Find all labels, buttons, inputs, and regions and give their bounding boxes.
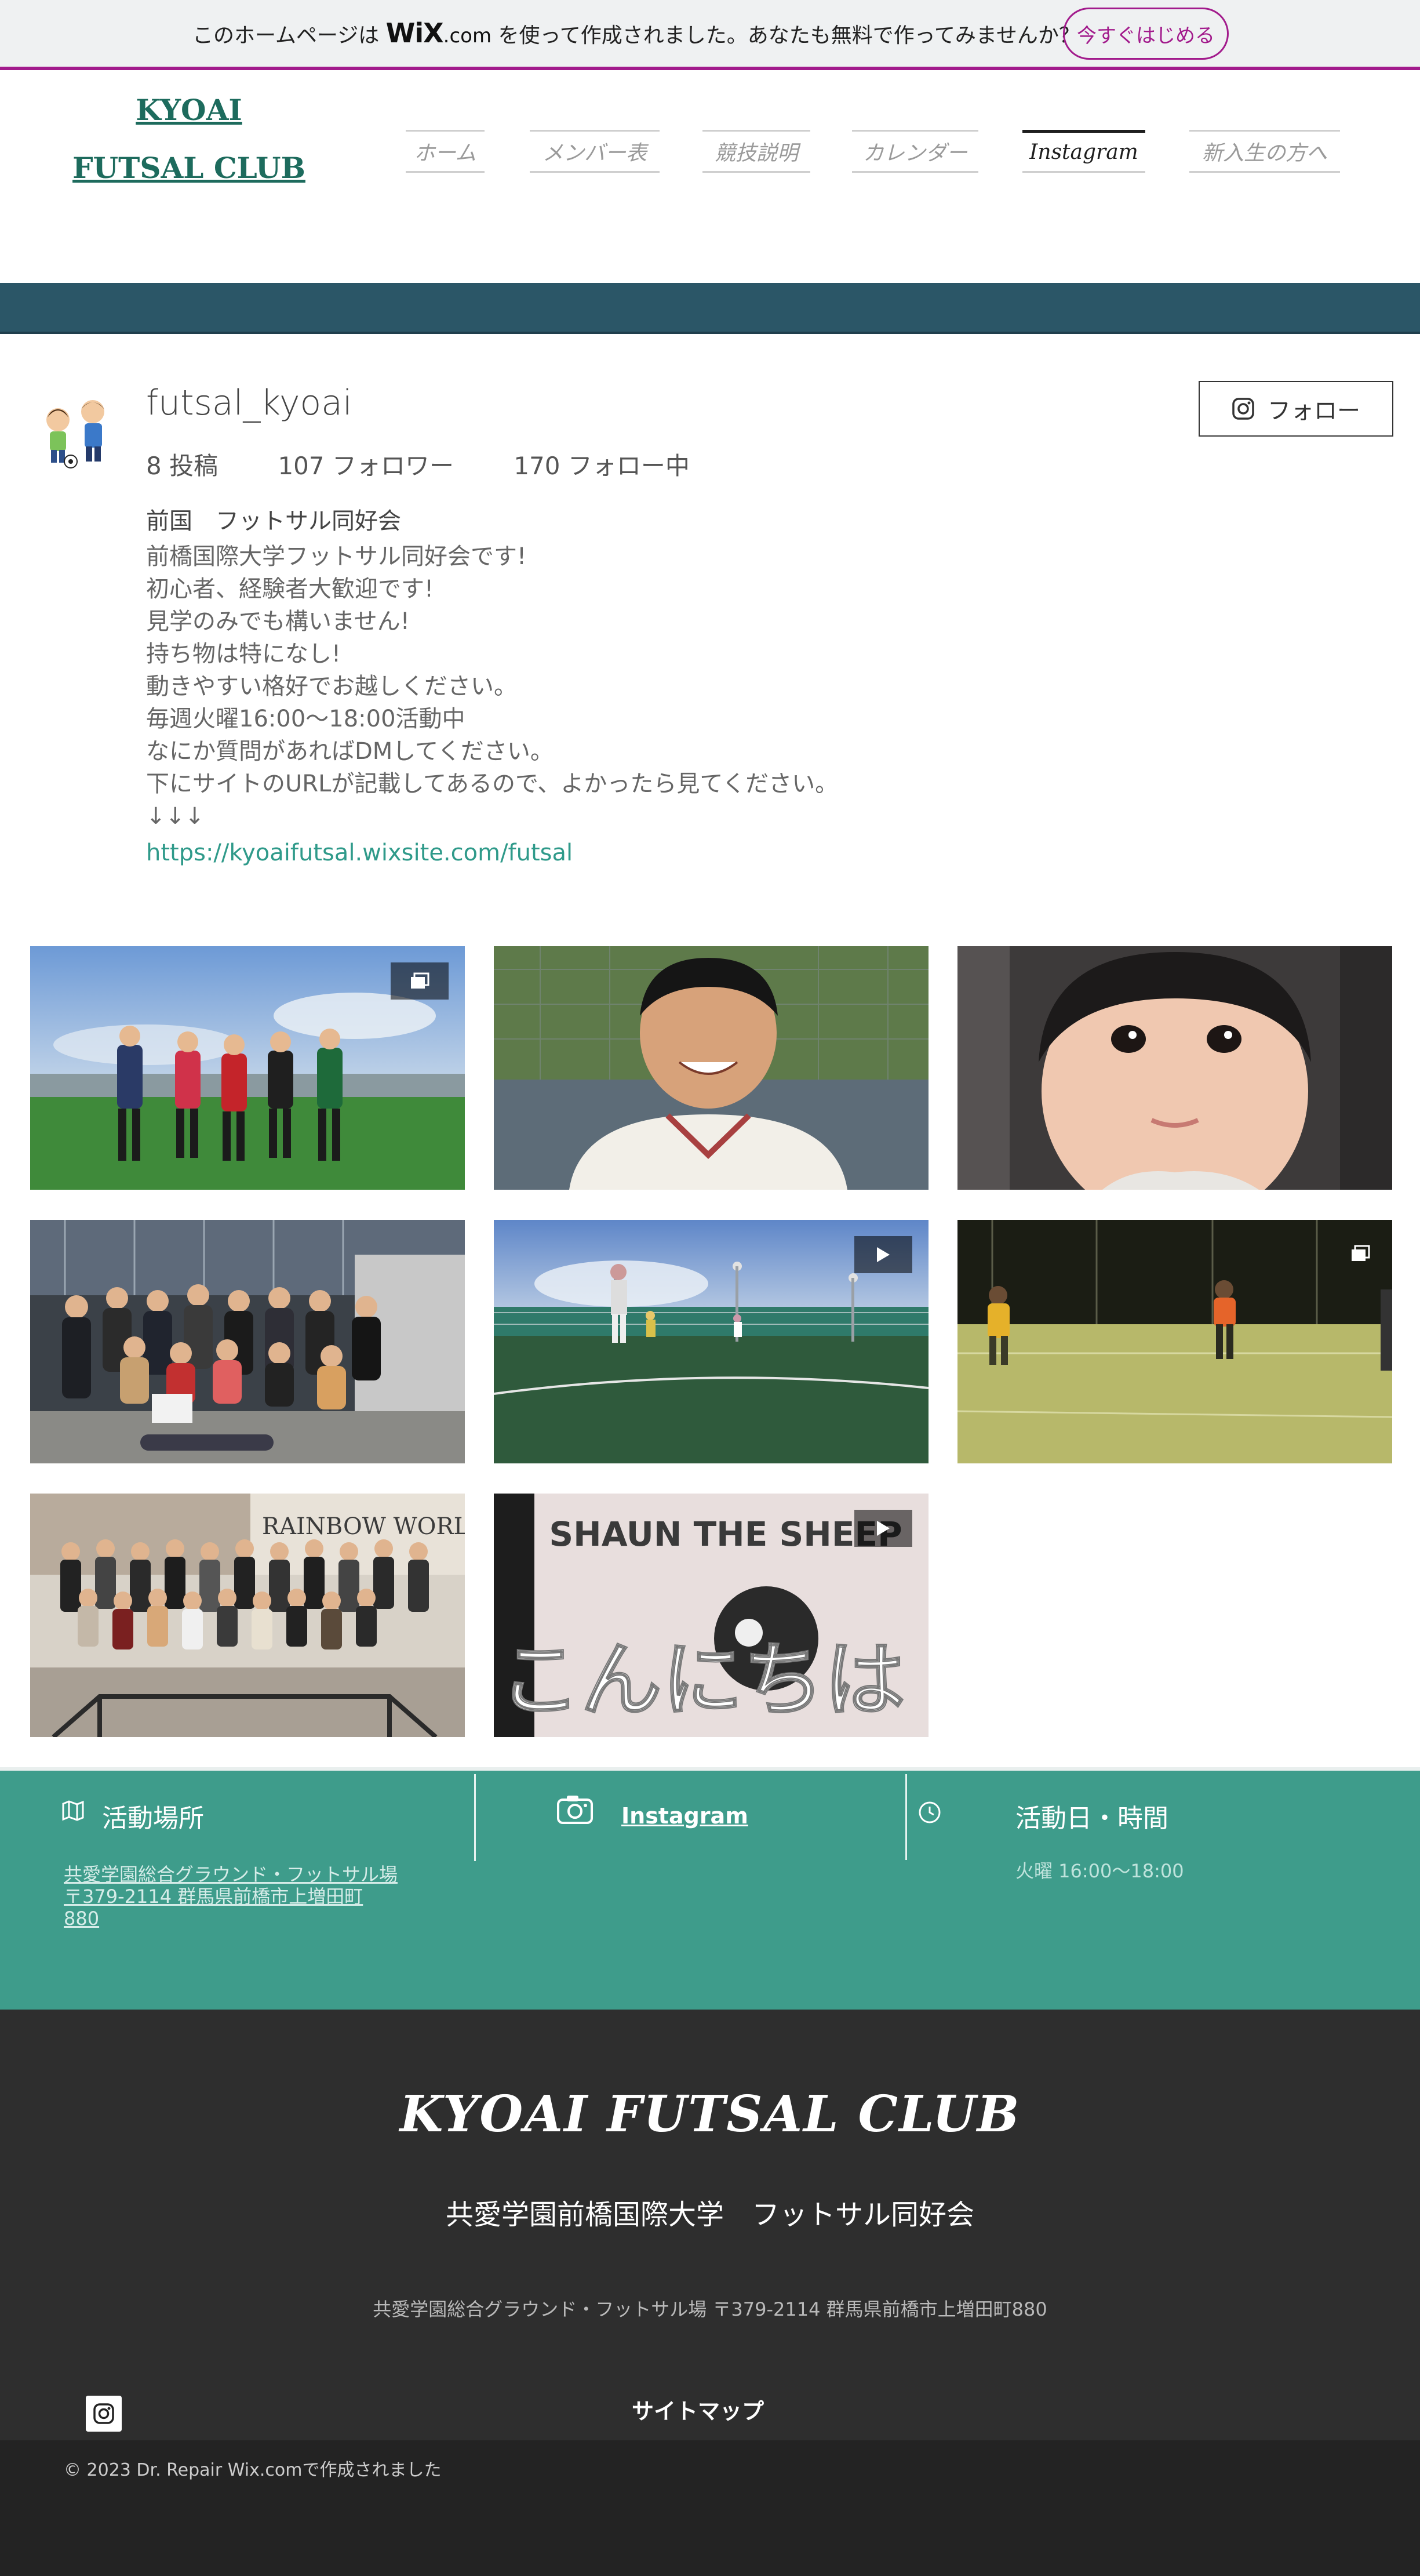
bio-line: 前橋国際大学フットサル同好会です! [146,543,527,570]
profile-username[interactable]: futsal_kyoai [146,383,352,423]
bio-line: 見学のみでも構いません! [146,608,410,635]
wix-promo-text: このホームページは WiX.com を使って作成されました。あなたも無料で作って… [192,17,1080,52]
post-thumbnail[interactable] [957,946,1392,1190]
greeting-overlay-text: こんにちは [500,1633,905,1728]
camera-icon [556,1794,594,1827]
profile-avatar[interactable] [30,384,123,477]
svg-text:RAINBOW WORLD: RAINBOW WORLD [262,1513,465,1540]
followers-count[interactable]: 107 フォロワー [278,452,454,480]
post-thumbnail[interactable]: RAINBOW WORLD [30,1494,465,1737]
footer-logo[interactable]: KYOAI FUTSAL CLUB [0,2085,1420,2143]
map-icon [61,1800,85,1824]
play-icon [854,1236,912,1273]
bio-line: 初心者、経験者大歓迎です! [146,576,434,602]
location-address[interactable]: 共愛学園総合グラウンド・フットサル場 〒379-2114 群馬県前橋市上増田町 … [64,1863,398,1930]
nav-item-members[interactable]: メンバー表 [530,130,660,173]
location-line: 880 [64,1908,100,1930]
instagram-icon [1232,398,1254,420]
profile-stats: 8 投稿 107 フォロワー 170 フォロー中 [146,446,742,482]
post-thumbnail[interactable]: SHAUN THE SHEEP こんにちは [494,1494,929,1737]
bio-line: なにか質問があればDMしてください。 [146,738,554,765]
clock-icon [918,1801,941,1826]
wix-logo-suffix[interactable]: .com [443,24,491,48]
nav-item-calendar[interactable]: カレンダー [852,130,978,173]
site-logo[interactable]: KYOAI FUTSAL CLUB [64,81,314,197]
wix-logo[interactable]: WiX [386,17,444,49]
schedule-title: 活動日・時間 [1015,1804,1168,1833]
following-count[interactable]: 170 フォロー中 [514,452,690,480]
bio-line: ↓↓↓ [146,803,205,830]
wix-promo-text-after: を使って作成されました。あなたも無料で作ってみませんか？ [498,24,1080,48]
info-divider [905,1774,907,1860]
footer-address: 共愛学園総合グラウンド・フットサル場 〒379-2114 群馬県前橋市上増田町8… [373,2298,1047,2320]
nav-item-home[interactable]: ホーム [406,130,485,173]
wix-start-button[interactable]: 今すぐはじめる [1063,8,1229,60]
header-stripe [0,283,1420,334]
site-logo-line2: FUTSAL CLUB [72,151,305,185]
follow-button[interactable]: フォロー [1199,381,1393,437]
location-title: 活動場所 [102,1804,204,1833]
footer-instagram-icon[interactable] [86,2396,122,2432]
post-thumbnail[interactable] [30,946,465,1190]
location-line: 共愛学園総合グラウンド・フットサル場 [64,1863,398,1885]
footer-org-name: 共愛学園前橋国際大学 フットサル同好会 [445,2199,974,2231]
post-thumbnail[interactable] [30,1220,465,1463]
follow-button-label: フォロー [1268,398,1360,424]
play-icon [854,1510,912,1547]
sheep-shirt-text: SHAUN THE SHEEP [549,1514,902,1554]
bio-line: 下にサイトのURLが記載してあるので、よかったら見てください。 [146,771,839,797]
bio-link[interactable]: https://kyoaifutsal.wixsite.com/futsal [146,840,573,866]
post-thumbnail[interactable] [957,1220,1392,1463]
sitemap-link[interactable]: サイトマップ [632,2393,764,2425]
bio-line: 毎週火曜16:00～18:00活動中 [146,706,465,732]
bio-line: 持ち物は特になし! [146,641,341,667]
footer-copyright: © 2023 Dr. Repair Wix.comで作成されました [64,2460,442,2480]
posts-count: 8 投稿 [146,452,219,480]
post-thumbnail[interactable] [494,946,929,1190]
carousel-icon [391,962,449,1000]
site-logo-line1: KYOAI [136,93,242,127]
info-divider [474,1774,476,1861]
bio-name: 前国 フットサル同好会 [146,508,401,535]
carousel-icon [1340,1237,1381,1270]
schedule-value: 火曜 16:00～18:00 [1015,1860,1184,1882]
instagram-link[interactable]: Instagram [621,1803,748,1829]
bio-text: 前橋国際大学フットサル同好会です! 初心者、経験者大歓迎です! 見学のみでも構い… [146,540,838,833]
nav-item-rules[interactable]: 競技説明 [702,130,810,173]
nav-item-freshmen[interactable]: 新入生の方へ [1189,130,1340,173]
post-thumbnail[interactable] [494,1220,929,1463]
location-line: 〒379-2114 群馬県前橋市上増田町 [64,1885,363,1908]
wix-promo-text-before: このホームページは [192,24,380,48]
bio-line: 動きやすい格好でお越しください。 [146,673,517,700]
nav-item-instagram[interactable]: Instagram [1022,130,1145,173]
